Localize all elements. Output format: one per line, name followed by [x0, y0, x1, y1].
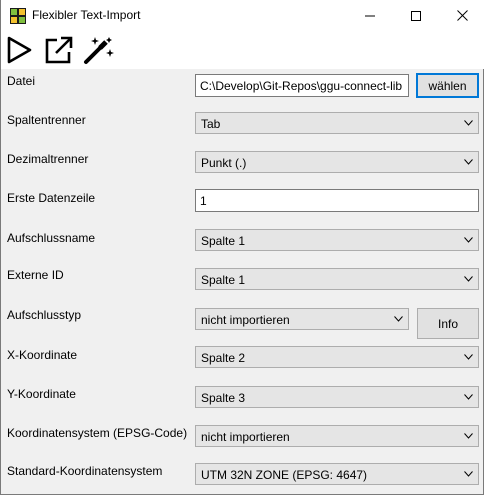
- chevron-down-icon: [464, 276, 473, 282]
- first-data-row-input[interactable]: 1: [195, 189, 479, 212]
- toolbar: [1, 31, 484, 69]
- coordinate-system-value: nicht importieren: [201, 430, 290, 444]
- app-icon: [10, 8, 26, 24]
- close-icon: [456, 10, 468, 21]
- file-path-value: C:\Develop\Git-Repos\ggu-connect-lib: [200, 79, 403, 93]
- choose-file-button[interactable]: wählen: [416, 73, 479, 98]
- import-dialog: Flexibler Text-Import Datei C:\Develop\G…: [0, 0, 484, 495]
- chevron-down-icon: [464, 120, 473, 126]
- first-data-row-value: 1: [200, 194, 207, 208]
- close-button[interactable]: [439, 0, 484, 31]
- choose-file-label: wählen: [428, 78, 467, 93]
- coordinate-system-label: Koordinatensystem (EPSG-Code): [7, 426, 188, 440]
- decimal-separator-select[interactable]: Punkt (.): [195, 151, 479, 173]
- default-coordinate-system-select[interactable]: UTM 32N ZONE (EPSG: 4647): [195, 463, 479, 485]
- minimize-button[interactable]: [347, 0, 393, 31]
- chevron-down-icon: [464, 237, 473, 243]
- column-separator-select[interactable]: Tab: [195, 112, 479, 134]
- auto-detect-button[interactable]: [83, 34, 115, 66]
- file-label: Datei: [7, 74, 36, 88]
- first-data-row-label: Erste Datenzeile: [7, 191, 96, 205]
- chevron-down-icon: [464, 354, 473, 360]
- chevron-down-icon: [464, 471, 473, 477]
- y-coordinate-label: Y-Koordinate: [7, 387, 76, 401]
- magic-wand-icon: [84, 37, 114, 64]
- run-button[interactable]: [3, 34, 35, 66]
- external-id-select[interactable]: Spalte 1: [195, 268, 479, 290]
- default-coordinate-system-label: Standard-Koordinatensystem: [7, 464, 163, 478]
- y-coordinate-select[interactable]: Spalte 3: [195, 386, 479, 408]
- minimize-icon: [365, 15, 375, 16]
- column-separator-value: Tab: [201, 117, 221, 131]
- chevron-down-icon: [464, 394, 473, 400]
- maximize-icon: [411, 10, 421, 21]
- x-coordinate-label: X-Koordinate: [7, 348, 78, 362]
- borehole-name-value: Spalte 1: [201, 234, 246, 248]
- info-button[interactable]: Info: [417, 308, 479, 339]
- open-external-button[interactable]: [43, 34, 75, 66]
- file-path-input[interactable]: C:\Develop\Git-Repos\ggu-connect-lib: [195, 74, 409, 97]
- borehole-type-value: nicht importieren: [201, 313, 290, 327]
- external-id-label: Externe ID: [7, 268, 64, 282]
- decimal-separator-label: Dezimaltrenner: [7, 152, 89, 166]
- borehole-name-select[interactable]: Spalte 1: [195, 229, 479, 251]
- title-bar: Flexibler Text-Import: [1, 0, 484, 31]
- chevron-down-icon: [464, 433, 473, 439]
- maximize-button[interactable]: [393, 0, 439, 31]
- decimal-separator-value: Punkt (.): [201, 156, 247, 170]
- coordinate-system-select[interactable]: nicht importieren: [195, 425, 479, 447]
- borehole-name-label: Aufschlussname: [7, 231, 96, 245]
- column-separator-label: Spaltentrenner: [7, 113, 86, 127]
- external-link-icon: [45, 36, 73, 64]
- y-coordinate-value: Spalte 3: [201, 391, 246, 405]
- window-title: Flexibler Text-Import: [32, 8, 141, 22]
- play-icon: [7, 36, 32, 64]
- x-coordinate-select[interactable]: Spalte 2: [195, 346, 479, 368]
- borehole-type-label: Aufschlusstyp: [7, 308, 82, 322]
- chevron-down-icon: [394, 316, 403, 322]
- external-id-value: Spalte 1: [201, 273, 246, 287]
- borehole-type-select[interactable]: nicht importieren: [195, 308, 409, 330]
- x-coordinate-value: Spalte 2: [201, 351, 246, 365]
- default-coordinate-system-value: UTM 32N ZONE (EPSG: 4647): [201, 468, 368, 482]
- chevron-down-icon: [464, 159, 473, 165]
- info-button-label: Info: [437, 316, 458, 331]
